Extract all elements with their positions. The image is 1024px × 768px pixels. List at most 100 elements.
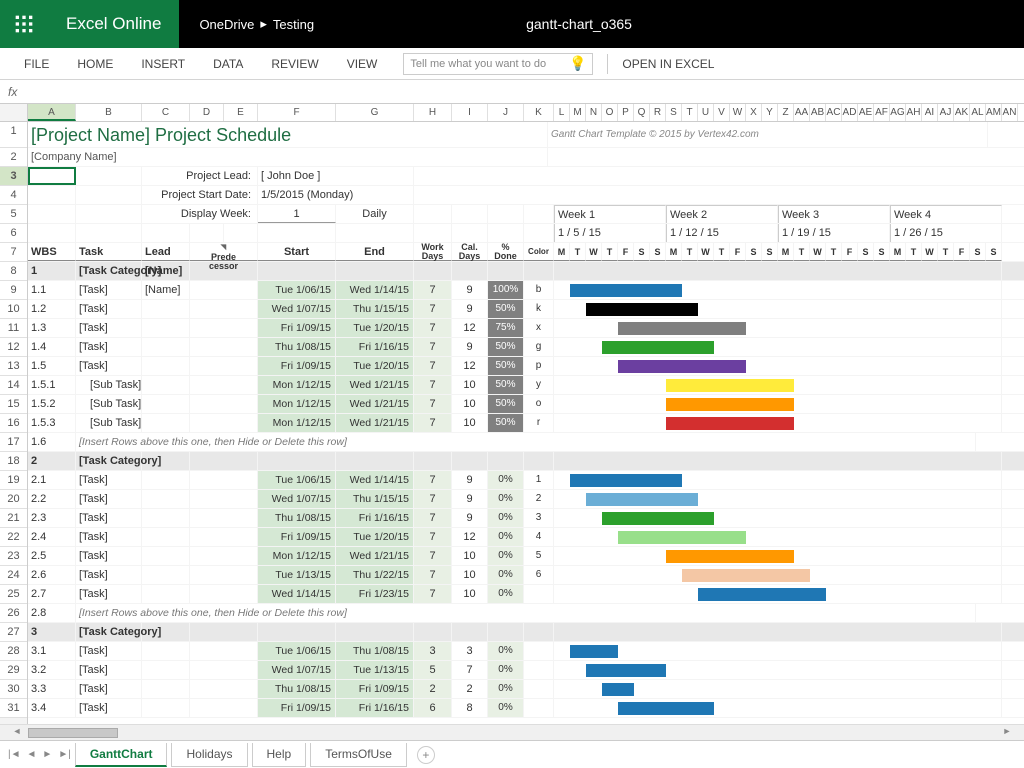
cell[interactable]: Tue 1/20/15: [336, 357, 414, 375]
cell[interactable]: [190, 566, 258, 584]
cell[interactable]: 50%: [488, 357, 524, 375]
gantt-bar[interactable]: [602, 512, 714, 525]
cell[interactable]: 0%: [488, 566, 524, 584]
cell[interactable]: 0%: [488, 699, 524, 717]
cell[interactable]: [488, 262, 524, 280]
cell[interactable]: 5: [414, 661, 452, 679]
cell[interactable]: Lead: [142, 243, 190, 261]
cell[interactable]: 1.1: [28, 281, 76, 299]
cell[interactable]: [452, 623, 488, 641]
ribbon-tab-view[interactable]: VIEW: [333, 48, 392, 80]
cell[interactable]: [Task]: [76, 528, 142, 546]
cell[interactable]: [76, 224, 142, 242]
column-header[interactable]: V: [714, 104, 730, 121]
select-all-corner[interactable]: [0, 104, 27, 122]
column-header[interactable]: Z: [778, 104, 794, 121]
column-header[interactable]: G: [336, 104, 414, 121]
cell[interactable]: [Task]: [76, 585, 142, 603]
cell[interactable]: [Task]: [76, 357, 142, 375]
cell[interactable]: 7: [414, 585, 452, 603]
cell[interactable]: [452, 262, 488, 280]
row-header[interactable]: 12: [0, 338, 27, 357]
cell[interactable]: Thu 1/15/15: [336, 490, 414, 508]
cell[interactable]: [Insert Rows above this one, then Hide o…: [76, 604, 976, 622]
cell[interactable]: [Sub Task]: [76, 395, 142, 413]
row-header[interactable]: 1: [0, 122, 27, 148]
gantt-bar[interactable]: [682, 569, 810, 582]
column-header[interactable]: K: [524, 104, 554, 121]
cell[interactable]: 1: [258, 205, 336, 223]
column-header[interactable]: Q: [634, 104, 650, 121]
cell[interactable]: 1.4: [28, 338, 76, 356]
cell[interactable]: 50%: [488, 376, 524, 394]
row-header[interactable]: 18: [0, 452, 27, 471]
cell[interactable]: 7: [414, 509, 452, 527]
cell[interactable]: Tue 1/20/15: [336, 528, 414, 546]
ribbon-tab-insert[interactable]: INSERT: [127, 48, 199, 80]
column-header[interactable]: C: [142, 104, 190, 121]
cell[interactable]: [142, 509, 190, 527]
cell[interactable]: [488, 452, 524, 470]
cell[interactable]: [142, 661, 190, 679]
row-header[interactable]: 21: [0, 509, 27, 528]
cell[interactable]: 10: [452, 376, 488, 394]
column-header[interactable]: P: [618, 104, 634, 121]
column-header[interactable]: R: [650, 104, 666, 121]
cell[interactable]: [190, 547, 258, 565]
gantt-bar[interactable]: [586, 664, 666, 677]
row-header[interactable]: 10: [0, 300, 27, 319]
cell[interactable]: 3: [452, 642, 488, 660]
cell[interactable]: 2.6: [28, 566, 76, 584]
cell[interactable]: [524, 224, 554, 242]
grid[interactable]: ABCDEFGHIJKLMNOPQRSTUVWXYZAAABACADAEAFAG…: [28, 104, 1024, 724]
cell[interactable]: [142, 395, 190, 413]
cell[interactable]: [76, 167, 142, 185]
cell[interactable]: Fri 1/09/15: [258, 528, 336, 546]
cell[interactable]: [190, 623, 258, 641]
cell[interactable]: 0%: [488, 471, 524, 489]
sheet-tab[interactable]: GanttChart: [75, 743, 168, 767]
cell[interactable]: 2.2: [28, 490, 76, 508]
column-header[interactable]: B: [76, 104, 142, 121]
cell[interactable]: Start: [258, 243, 336, 261]
cell[interactable]: [414, 623, 452, 641]
cell[interactable]: [142, 566, 190, 584]
cell[interactable]: 50%: [488, 338, 524, 356]
cell[interactable]: [258, 262, 336, 280]
cell[interactable]: 1: [28, 262, 76, 280]
ribbon-tab-file[interactable]: FILE: [10, 48, 63, 80]
cell[interactable]: 10: [452, 547, 488, 565]
cell[interactable]: [258, 224, 336, 242]
cell[interactable]: Fri 1/09/15: [336, 680, 414, 698]
sheet-tab[interactable]: Help: [252, 743, 307, 767]
cell[interactable]: %Done: [488, 243, 524, 261]
cell[interactable]: [142, 547, 190, 565]
cell[interactable]: [Task Category]: [76, 262, 142, 280]
column-header[interactable]: AN: [1002, 104, 1018, 121]
cell[interactable]: 1.5: [28, 357, 76, 375]
cell[interactable]: [452, 452, 488, 470]
gantt-bar[interactable]: [602, 683, 634, 696]
cell[interactable]: [Project Name] Project Schedule: [28, 122, 548, 147]
cell[interactable]: [Task]: [76, 338, 142, 356]
cell[interactable]: [524, 262, 554, 280]
column-header[interactable]: A: [28, 104, 76, 121]
cell[interactable]: 0%: [488, 490, 524, 508]
scroll-left-icon[interactable]: ◄: [10, 726, 24, 740]
cell[interactable]: 3: [414, 642, 452, 660]
cell[interactable]: 9: [452, 338, 488, 356]
app-launcher-icon[interactable]: [0, 0, 48, 48]
breadcrumb-root[interactable]: OneDrive: [199, 17, 254, 32]
cell[interactable]: Tue 1/06/15: [258, 471, 336, 489]
cell[interactable]: [Task]: [76, 699, 142, 717]
cell[interactable]: Tue 1/06/15: [258, 281, 336, 299]
column-header[interactable]: E: [224, 104, 258, 121]
cell[interactable]: Mon 1/12/15: [258, 414, 336, 432]
breadcrumb-folder[interactable]: Testing: [273, 17, 314, 32]
gantt-bar[interactable]: [618, 702, 714, 715]
tell-me-search[interactable]: Tell me what you want to do 💡: [403, 53, 593, 75]
cell[interactable]: Thu 1/22/15: [336, 566, 414, 584]
column-header[interactable]: S: [666, 104, 682, 121]
cell[interactable]: 9: [452, 471, 488, 489]
cell[interactable]: [142, 338, 190, 356]
